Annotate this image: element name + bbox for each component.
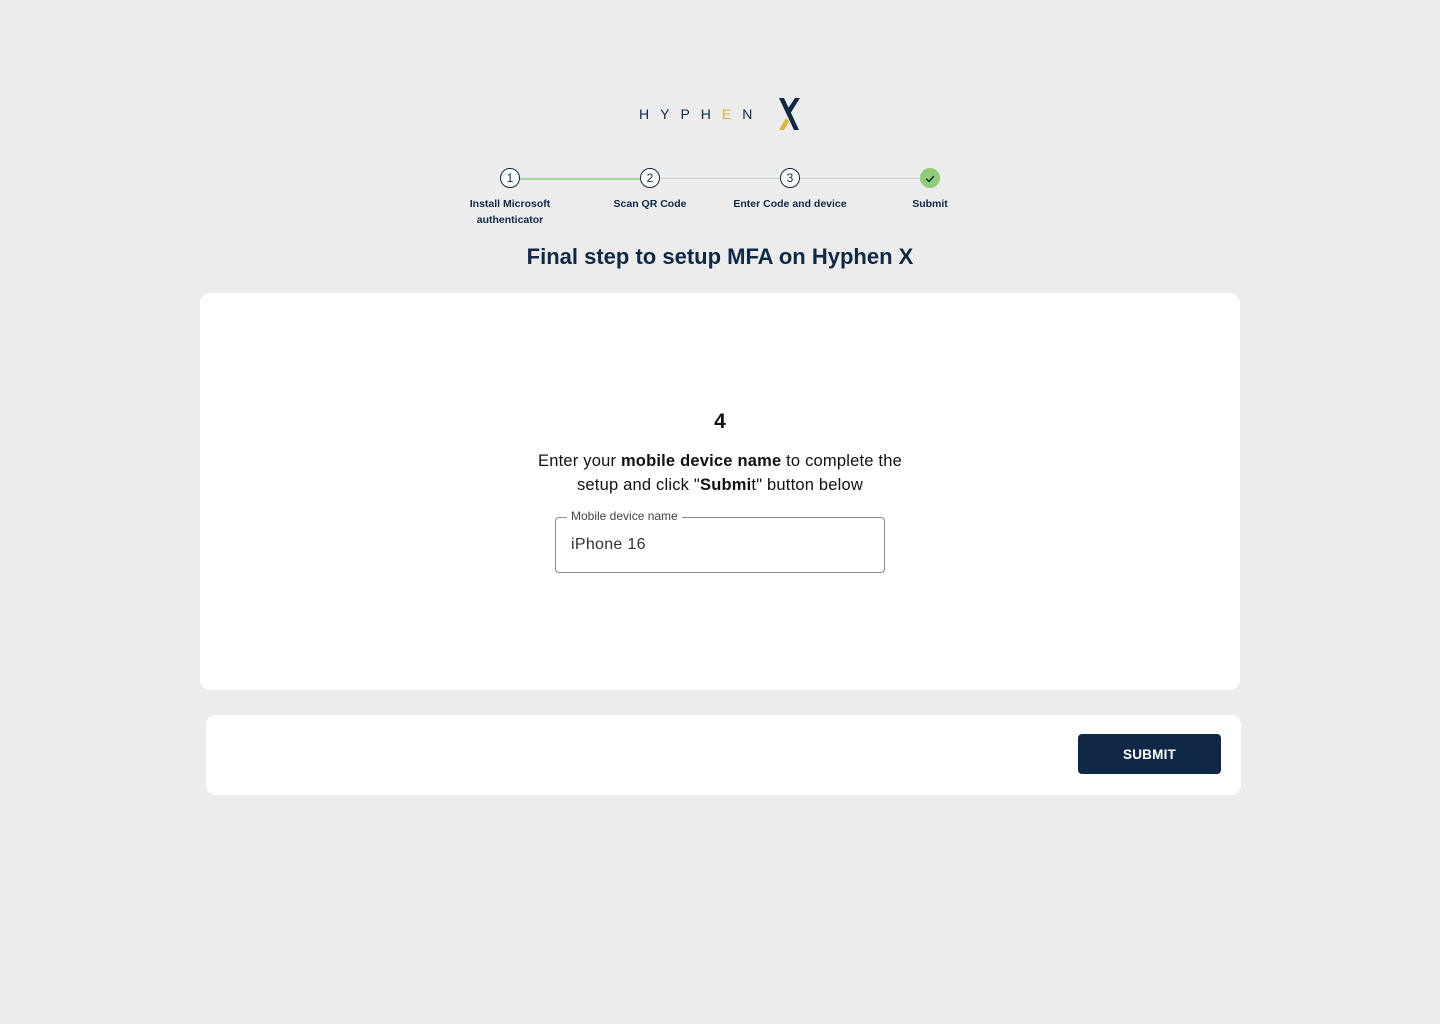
device-name-card: 4 Enter your mobile device name to compl…	[200, 293, 1240, 690]
stepper-step-install: 1 Install Microsoft authenticator	[440, 168, 580, 228]
step-label: Scan QR Code	[613, 198, 687, 210]
step-number-circle: 2	[640, 168, 660, 188]
mfa-stepper: 1 Install Microsoft authenticator 2 Scan…	[440, 168, 1000, 228]
instruction-part: Enter your	[538, 452, 621, 470]
step-label-line: authenticator	[476, 214, 544, 226]
action-bar: SUBMIT	[206, 715, 1241, 795]
mobile-device-name-label: Mobile device name	[567, 509, 682, 523]
stepper-step-submit: Submit	[860, 168, 1000, 212]
logo-text-e: E	[721, 106, 743, 122]
page-title: Final step to setup MFA on Hyphen X	[526, 244, 914, 269]
logo-text-suffix: N	[742, 106, 764, 122]
step-label: Submit	[912, 198, 948, 210]
step-number-circle: 1	[500, 168, 520, 188]
stepper-step-scan: 2 Scan QR Code	[580, 168, 720, 212]
stepper-step-enter-code: 3 Enter Code and device	[720, 168, 860, 212]
mobile-device-name-input[interactable]	[571, 534, 871, 556]
logo-text-prefix: HYPH	[639, 106, 722, 122]
hyphen-x-logo: HYPHEN X	[639, 96, 809, 132]
mobile-device-name-field[interactable]: Mobile device name	[555, 509, 885, 573]
step-label: Enter Code and device	[733, 198, 847, 210]
instruction-part: t" button below	[751, 476, 864, 494]
check-icon	[925, 175, 935, 183]
step-label-line: Install Microsoft	[469, 198, 551, 210]
instruction-bold: mobile device name	[620, 452, 782, 470]
instruction-text: Enter your mobile device name to complet…	[520, 449, 920, 497]
step-number: 4	[714, 410, 726, 433]
step-number-circle: 3	[780, 168, 800, 188]
step-complete-circle	[920, 168, 940, 188]
submit-button[interactable]: SUBMIT	[1078, 734, 1221, 774]
step-label: Install Microsoft authenticator	[440, 196, 580, 228]
instruction-bold: Submi	[699, 476, 752, 494]
logo-x-mark-icon	[779, 98, 800, 130]
